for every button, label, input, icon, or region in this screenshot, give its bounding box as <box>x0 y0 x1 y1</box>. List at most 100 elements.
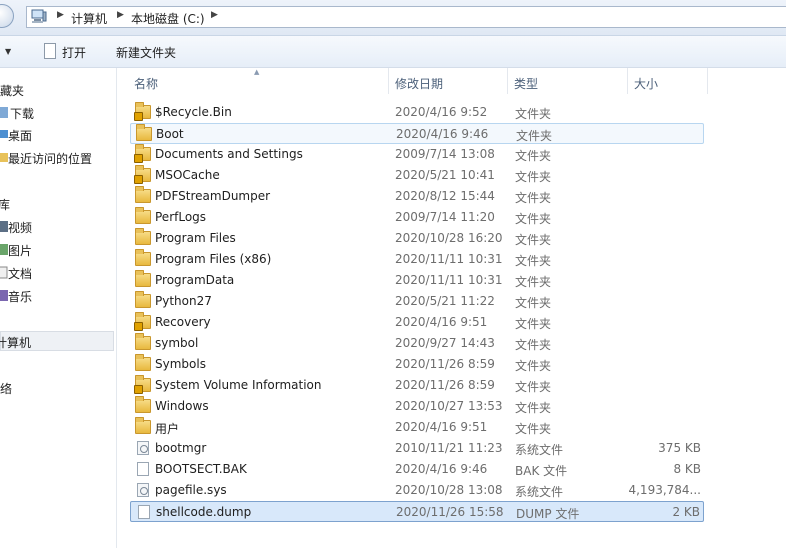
nav-label: 文档 <box>8 267 33 281</box>
file-row[interactable]: Documents and Settings 2009/7/14 13:08 文件夹 <box>130 144 704 165</box>
open-button[interactable]: 打开 <box>62 44 86 61</box>
file-row[interactable]: shellcode.dump 2020/11/26 15:58 DUMP 文件 2 K… <box>130 501 704 522</box>
downloads-icon <box>0 107 8 118</box>
breadcrumb-drive-c[interactable]: 本地磁盘 (C:) <box>131 10 205 27</box>
folder-icon <box>135 396 151 413</box>
folder-icon <box>135 249 151 266</box>
file-modified-date: 2020/11/11 10:31 <box>395 252 503 266</box>
file-row[interactable]: PerfLogs 2009/7/14 11:20 文件夹 <box>130 207 704 228</box>
file-modified-date: 2020/9/27 14:43 <box>395 336 495 350</box>
file-row[interactable]: Program Files (x86) 2020/11/11 10:31 文件夹 <box>130 249 704 270</box>
file-icon <box>137 462 149 476</box>
system-file-icon <box>137 441 149 455</box>
file-type: 文件夹 <box>515 401 552 415</box>
locked-folder-icon <box>134 165 151 184</box>
file-type: 文件夹 <box>515 191 552 205</box>
file-modified-date: 2010/11/21 11:23 <box>395 441 503 455</box>
file-row[interactable]: Program Files 2020/10/28 16:20 文件夹 <box>130 228 704 249</box>
nav-label: 音乐 <box>8 290 33 304</box>
breadcrumb[interactable]: ▶ 计算机 ▶ 本地磁盘 (C:) ▶ <box>26 6 786 28</box>
file-row[interactable]: Symbols 2020/11/26 8:59 文件夹 <box>130 354 704 375</box>
folder-icon <box>135 207 151 224</box>
file-name: $Recycle.Bin <box>155 105 232 119</box>
file-type: 文件夹 <box>515 296 552 310</box>
forward-button[interactable] <box>0 4 14 28</box>
column-size-label: 大小 <box>634 77 659 91</box>
file-type: DUMP 文件 <box>516 507 580 521</box>
chevron-right-icon[interactable]: ▶ <box>117 10 124 20</box>
file-modified-date: 2020/10/27 13:53 <box>395 399 503 413</box>
file-name: MSOCache <box>155 168 220 182</box>
file-modified-date: 2020/11/26 8:59 <box>395 357 495 371</box>
file-type: 文件夹 <box>515 212 552 226</box>
file-modified-date: 2020/4/16 9:51 <box>395 315 488 329</box>
navigation-pane: 收藏夹 下载 桌面 最近访问的位置 库 视频 图片 文档 音乐 计算机 网络 <box>0 68 117 548</box>
file-type: 文件夹 <box>515 170 552 184</box>
file-name: PDFStreamDumper <box>155 189 271 203</box>
folder-icon <box>135 291 151 308</box>
column-name-label: 名称 <box>134 77 159 91</box>
file-type: 文件夹 <box>516 129 553 143</box>
file-row[interactable]: bootmgr 2010/11/21 11:23 系统文件 375 KB <box>130 438 704 459</box>
new-folder-button[interactable]: 新建文件夹 <box>116 44 176 61</box>
breadcrumb-computer[interactable]: 计算机 <box>71 10 107 27</box>
locked-folder-icon <box>134 375 151 394</box>
file-type: 文件夹 <box>515 149 552 163</box>
file-modified-date: 2009/7/14 13:08 <box>395 147 495 161</box>
file-modified-date: 2020/11/11 10:31 <box>395 273 503 287</box>
file-size: 8 KB <box>673 462 701 476</box>
folder-icon <box>136 124 152 141</box>
nav-label: 库 <box>0 198 11 212</box>
file-name: Documents and Settings <box>155 147 303 161</box>
file-row[interactable]: 用户 2020/4/16 9:51 文件夹 <box>130 417 704 438</box>
file-type: 文件夹 <box>515 233 552 247</box>
file-row[interactable]: System Volume Information 2020/11/26 8:59… <box>130 375 704 396</box>
file-name: ProgramData <box>155 273 235 287</box>
computer-icon <box>31 9 47 23</box>
locked-folder-icon <box>134 144 151 163</box>
folder-icon <box>135 354 151 371</box>
folder-icon <box>135 417 151 434</box>
folder-icon <box>135 186 151 203</box>
chevron-right-icon[interactable]: ▶ <box>211 10 218 20</box>
column-type[interactable]: 类型 <box>508 68 628 94</box>
nav-computer[interactable]: 计算机 <box>0 331 114 351</box>
locked-folder-icon <box>134 312 151 331</box>
column-date[interactable]: 修改日期 <box>389 68 508 94</box>
column-name[interactable]: 名称 <box>118 68 389 94</box>
nav-label: 计算机 <box>0 336 32 350</box>
file-row[interactable]: pagefile.sys 2020/10/28 13:08 系统文件 4,193,78… <box>130 480 704 501</box>
file-type: 文件夹 <box>515 317 552 331</box>
file-size: 4,193,784... <box>628 483 701 497</box>
organize-dropdown-icon[interactable]: ▼ <box>5 47 11 56</box>
nav-label: 网络 <box>0 382 13 396</box>
file-modified-date: 2020/10/28 16:20 <box>395 231 503 245</box>
file-name: Boot <box>156 127 184 141</box>
file-row[interactable]: Boot 2020/4/16 9:46 文件夹 <box>130 123 704 144</box>
file-row[interactable]: BOOTSECT.BAK 2020/4/16 9:46 BAK 文件 8 KB <box>130 459 704 480</box>
file-row[interactable]: PDFStreamDumper 2020/8/12 15:44 文件夹 <box>130 186 704 207</box>
file-name: Program Files <box>155 231 236 245</box>
file-name: PerfLogs <box>155 210 207 224</box>
file-row[interactable]: symbol 2020/9/27 14:43 文件夹 <box>130 333 704 354</box>
file-icon <box>138 505 150 519</box>
file-list: $Recycle.Bin 2020/4/16 9:52 文件夹 Boot 2020/4/… <box>118 100 786 548</box>
file-name: System Volume Information <box>155 378 322 392</box>
file-row[interactable]: Windows 2020/10/27 13:53 文件夹 <box>130 396 704 417</box>
file-row[interactable]: MSOCache 2020/5/21 10:41 文件夹 <box>130 165 704 186</box>
column-size[interactable]: 大小 <box>628 68 708 94</box>
file-type: 文件夹 <box>515 275 552 289</box>
nav-label: 下载 <box>10 107 35 121</box>
file-type: 文件夹 <box>515 254 552 268</box>
file-modified-date: 2020/4/16 9:51 <box>395 420 488 434</box>
file-row[interactable]: ProgramData 2020/11/11 10:31 文件夹 <box>130 270 704 291</box>
file-modified-date: 2020/5/21 11:22 <box>395 294 495 308</box>
file-row[interactable]: Python27 2020/5/21 11:22 文件夹 <box>130 291 704 312</box>
file-modified-date: 2020/4/16 9:46 <box>395 462 488 476</box>
file-modified-date: 2020/11/26 15:58 <box>396 505 504 519</box>
column-header: ▲ 名称 修改日期 类型 大小 <box>118 68 786 94</box>
file-name: pagefile.sys <box>155 483 227 497</box>
chevron-right-icon[interactable]: ▶ <box>57 10 64 20</box>
file-row[interactable]: $Recycle.Bin 2020/4/16 9:52 文件夹 <box>130 102 704 123</box>
file-row[interactable]: Recovery 2020/4/16 9:51 文件夹 <box>130 312 704 333</box>
